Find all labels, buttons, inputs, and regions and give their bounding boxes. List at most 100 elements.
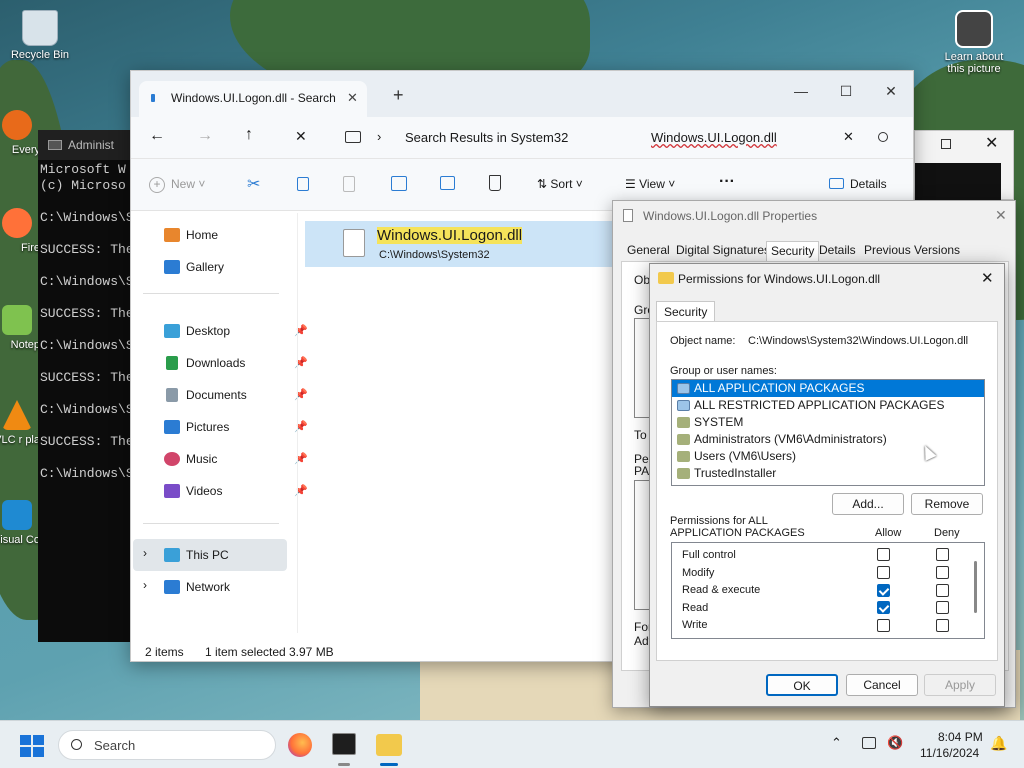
expand-chevron-icon[interactable]: › [143, 546, 147, 560]
write-deny-checkbox[interactable] [936, 619, 949, 632]
search-box[interactable]: Windows.UI.Logon.dll ✕ [639, 121, 909, 155]
sidebar-item-network[interactable]: Network [164, 571, 314, 603]
read-execute-allow-checkbox[interactable] [877, 584, 890, 597]
taskbar-search-box[interactable]: Search [58, 730, 276, 760]
notifications-bell-icon[interactable]: 🔔 [990, 735, 1007, 752]
users-icon [677, 468, 690, 479]
properties-title: Windows.UI.Logon.dll Properties [643, 209, 818, 223]
forward-icon[interactable]: → [197, 127, 213, 145]
more-options-button[interactable]: ··· [719, 173, 735, 191]
sidebar-item-videos[interactable]: Videos 📌 [164, 475, 314, 507]
full-control-deny-checkbox[interactable] [936, 548, 949, 561]
details-pane-button[interactable]: Details [829, 177, 887, 191]
permissions-tab-security[interactable]: Security [656, 301, 716, 321]
sidebar-item-home[interactable]: Home [164, 219, 314, 251]
list-item[interactable]: Users (VM6\Users) [672, 448, 984, 465]
pane-splitter[interactable] [297, 213, 298, 633]
delete-icon[interactable] [489, 175, 501, 191]
volume-muted-icon[interactable]: 🔇 [887, 735, 903, 751]
rename-icon[interactable] [391, 176, 407, 191]
up-icon[interactable]: ↑ [245, 126, 253, 144]
firefox-shortcut[interactable]: Fire [0, 208, 40, 254]
list-item[interactable]: SYSTEM [672, 414, 984, 431]
sidebar-item-pictures[interactable]: Pictures 📌 [164, 411, 314, 443]
sidebar-item-gallery[interactable]: Gallery [164, 251, 314, 283]
perm-row-name: Read & execute [682, 584, 761, 596]
permissions-scrollbar[interactable] [974, 561, 977, 613]
expand-chevron-icon[interactable]: › [143, 578, 147, 592]
list-item[interactable]: ALL APPLICATION PACKAGES [672, 380, 984, 397]
show-hidden-icons-chevron-icon[interactable]: ⌃ [831, 735, 842, 751]
sidebar-item-downloads[interactable]: Downloads 📌 [164, 347, 314, 379]
terminal-taskbar-icon[interactable] [332, 733, 356, 755]
close-icon[interactable]: ✕ [871, 79, 911, 103]
modify-allow-checkbox[interactable] [877, 566, 890, 579]
learn-about-picture[interactable]: Learn about this picture [936, 10, 1012, 75]
visual-code-label: Visual Co [0, 534, 40, 546]
bg-window-close-icon[interactable]: ✕ [985, 133, 998, 153]
tab-search-results[interactable]: Windows.UI.Logon.dll - Search ✕ [139, 81, 367, 117]
copy-icon[interactable] [297, 177, 309, 191]
this-pc-icon [164, 548, 180, 562]
start-button[interactable] [20, 735, 44, 757]
stop-icon[interactable]: ✕ [295, 128, 307, 145]
file-explorer-taskbar-icon[interactable] [376, 734, 402, 756]
notepad-shortcut[interactable]: Notep [0, 305, 40, 351]
clock-date[interactable]: 11/16/2024 [920, 746, 979, 760]
search-input[interactable]: Windows.UI.Logon.dll [651, 130, 777, 145]
sort-button[interactable]: ⇅ Sort ˅ [537, 177, 583, 191]
terminal-window[interactable]: Administ Microsoft W (c) Microso C:\Wind… [38, 130, 138, 642]
properties-close-icon[interactable]: ✕ [995, 207, 1007, 224]
remove-button[interactable]: Remove [911, 493, 983, 515]
view-button[interactable]: ☰ View ˅ [625, 177, 675, 191]
terminal-icon [48, 140, 62, 150]
clock-time[interactable]: 8:04 PM [938, 730, 983, 744]
sidebar-item-music[interactable]: Music 📌 [164, 443, 314, 475]
tab-digital-signatures[interactable]: Digital Signatures [676, 243, 770, 257]
active-app-indicator [380, 763, 398, 766]
read-deny-checkbox[interactable] [936, 601, 949, 614]
full-control-allow-checkbox[interactable] [877, 548, 890, 561]
visual-code-shortcut[interactable]: Visual Co [0, 500, 40, 546]
tab-security[interactable]: Security [766, 241, 820, 261]
documents-icon [166, 388, 178, 402]
search-icon[interactable] [878, 132, 888, 142]
network-tray-icon[interactable] [862, 737, 876, 749]
permissions-close-icon[interactable]: ✕ [981, 269, 994, 287]
maximize-icon[interactable]: ☐ [826, 79, 866, 103]
new-tab-icon[interactable]: + [393, 85, 404, 106]
tab-previous-versions[interactable]: Previous Versions [864, 243, 960, 257]
firefox-taskbar-icon[interactable] [288, 733, 312, 757]
apply-button[interactable]: Apply [924, 674, 996, 696]
tab-general[interactable]: General [627, 243, 670, 257]
write-allow-checkbox[interactable] [877, 619, 890, 632]
modify-deny-checkbox[interactable] [936, 566, 949, 579]
read-allow-checkbox[interactable] [877, 601, 890, 614]
list-item[interactable]: ALL RESTRICTED APPLICATION PACKAGES [672, 397, 984, 414]
tab-details[interactable]: Details [819, 243, 856, 257]
group-list[interactable]: ALL APPLICATION PACKAGES ALL RESTRICTED … [671, 379, 985, 486]
vlc-shortcut[interactable]: VLC r pla [0, 400, 40, 446]
cancel-button[interactable]: Cancel [846, 674, 918, 696]
new-button[interactable]: + New ˅ [149, 177, 205, 193]
everything-icon [2, 110, 32, 140]
sidebar-item-desktop[interactable]: Desktop 📌 [164, 315, 314, 347]
everything-shortcut[interactable]: Every [0, 110, 40, 156]
ok-button[interactable]: OK [766, 674, 838, 696]
recycle-bin-icon[interactable]: Recycle Bin [2, 10, 78, 61]
tab-close-icon[interactable]: ✕ [347, 90, 358, 106]
sidebar-item-documents[interactable]: Documents 📌 [164, 379, 314, 411]
bg-window-maximize-icon[interactable] [941, 139, 951, 149]
list-item[interactable]: Administrators (VM6\Administrators) [672, 431, 984, 448]
add-button[interactable]: Add... [832, 493, 904, 515]
clear-search-icon[interactable]: ✕ [843, 129, 854, 145]
read-execute-deny-checkbox[interactable] [936, 584, 949, 597]
address-bar[interactable]: › Search Results in System32 [333, 121, 633, 155]
back-icon[interactable]: ← [149, 127, 165, 145]
minimize-icon[interactable]: — [781, 79, 821, 103]
cut-icon[interactable]: ✂ [247, 174, 260, 194]
paste-icon[interactable] [343, 176, 355, 192]
file-row[interactable]: Windows.UI.Logon.dll C:\Windows\System32 [305, 221, 625, 267]
list-item[interactable]: TrustedInstaller [672, 465, 984, 482]
share-icon[interactable] [440, 176, 455, 190]
